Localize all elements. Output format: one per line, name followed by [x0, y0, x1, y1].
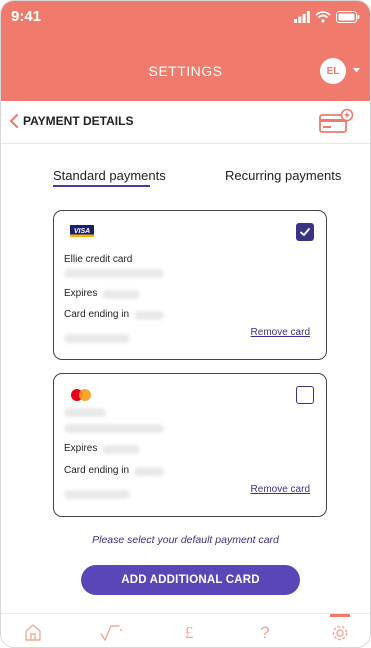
- signal-icon: [294, 11, 310, 23]
- blurred-text: [64, 408, 106, 417]
- card-expires-label: Expires: [64, 288, 98, 299]
- add-additional-card-button[interactable]: ADD ADDITIONAL CARD: [81, 565, 300, 595]
- phone-screen: 9:41 SETTINGS EL PAYMENT DETAILS Standar…: [0, 0, 371, 648]
- card-ending-label: Card ending in: [64, 309, 130, 320]
- visa-logo-icon: VISA: [70, 225, 94, 237]
- status-icons: [294, 11, 360, 23]
- home-icon[interactable]: [23, 622, 43, 642]
- tab-recurring-payments[interactable]: Recurring payments: [225, 168, 341, 183]
- chevron-down-icon[interactable]: [353, 68, 360, 73]
- instruction-text: Please select your default payment card: [92, 534, 279, 546]
- default-card-checkbox[interactable]: [296, 223, 314, 241]
- remove-card-link[interactable]: Remove card: [251, 327, 310, 338]
- blurred-text: [64, 334, 130, 343]
- blurred-text: [134, 311, 164, 320]
- active-tab-underline: [53, 185, 150, 187]
- subheader: PAYMENT DETAILS: [1, 101, 370, 144]
- blurred-text: [102, 445, 140, 454]
- battery-icon: [336, 11, 360, 23]
- card-expires-label: Expires: [64, 443, 98, 454]
- svg-text:£: £: [185, 623, 194, 642]
- settings-icon[interactable]: [329, 622, 351, 644]
- blurred-text: [64, 490, 130, 499]
- back-chevron-icon[interactable]: [9, 113, 19, 129]
- card-ending-label: Card ending in: [64, 465, 130, 476]
- svg-text:?: ?: [260, 623, 269, 642]
- help-icon[interactable]: ?: [257, 622, 273, 642]
- card-name: Ellie credit card: [64, 254, 133, 265]
- tab-standard-payments[interactable]: Standard payments: [53, 168, 166, 183]
- bottom-tab-bar: £ ?: [1, 613, 370, 647]
- blurred-text: [134, 467, 164, 476]
- status-bar: 9:41: [1, 1, 370, 35]
- section-title: PAYMENT DETAILS: [23, 114, 134, 128]
- visa-brand-text: VISA: [74, 228, 90, 235]
- status-time: 9:41: [11, 8, 42, 25]
- active-tab-indicator: [330, 614, 350, 617]
- blurred-text: [102, 290, 140, 299]
- blurred-text: [64, 424, 164, 433]
- chart-icon[interactable]: [99, 622, 125, 642]
- mastercard-logo-icon: [71, 389, 91, 401]
- page-title: SETTINGS: [148, 63, 223, 79]
- blurred-text: [64, 269, 164, 278]
- payment-card-visa[interactable]: VISA Ellie credit card Expires Card endi…: [53, 210, 327, 360]
- credit-card-icon: [318, 107, 354, 140]
- payment-card-mastercard[interactable]: Expires Card ending in Remove card: [53, 373, 327, 517]
- avatar[interactable]: EL: [320, 58, 346, 84]
- checkmark-icon: [300, 228, 310, 237]
- pound-icon[interactable]: £: [181, 622, 197, 642]
- app-header: SETTINGS EL: [1, 35, 370, 101]
- wifi-icon: [315, 11, 331, 23]
- remove-card-link[interactable]: Remove card: [251, 484, 310, 495]
- default-card-checkbox[interactable]: [296, 386, 314, 404]
